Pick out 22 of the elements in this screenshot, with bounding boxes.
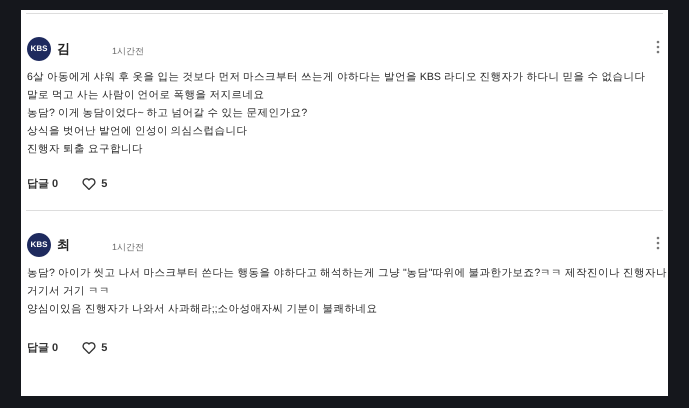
author-name: 최 <box>57 236 70 254</box>
reply-count[interactable]: 답글 0 <box>27 340 58 356</box>
avatar: KBS <box>27 233 51 257</box>
comment-line: 농담? 아이가 씻고 나서 마스크부터 쓴다는 행동을 야하다고 해석하는게 그냥 "농담"따위에 불과한가보죠?ㅋㅋ 제작진이나 진행자나 <box>27 266 668 281</box>
heart-icon <box>82 178 96 190</box>
heart-icon <box>82 342 96 354</box>
more-icon[interactable] <box>656 236 660 250</box>
comment-line: 양심이있음 진행자가 나와서 사과해라;;소아성애자씨 기분이 불쾌하네요 <box>27 302 378 317</box>
comment-line: 말로 먹고 사는 사람이 언어로 폭행을 저지르네요 <box>27 88 265 103</box>
reply-count[interactable]: 답글 0 <box>27 176 58 192</box>
comment-line: 상식을 벗어난 발언에 인성이 의심스럽습니다 <box>27 124 248 139</box>
avatar: KBS <box>27 37 51 61</box>
comment-time: 1시간전 <box>112 45 144 58</box>
like-button[interactable]: 5 <box>82 340 108 356</box>
comment-line: 거기서 거기 ㅋㅋ <box>27 284 110 299</box>
like-button[interactable]: 5 <box>82 176 108 192</box>
comment-line: 6살 아동에게 샤워 후 옷을 입는 것보다 먼저 마스크부터 쓰는게 야하다는 발언을 KBS 라디오 진행자가 하다니 믿을 수 없습니다 <box>27 70 646 85</box>
author-name: 김 <box>57 40 70 58</box>
comment-line: 진행자 퇴출 요구합니다 <box>27 142 143 157</box>
more-icon[interactable] <box>656 40 660 54</box>
comment-line: 농담? 이게 농담이었다~ 하고 넘어갈 수 있는 문제인가요? <box>27 106 308 121</box>
comment-time: 1시간전 <box>112 241 144 254</box>
